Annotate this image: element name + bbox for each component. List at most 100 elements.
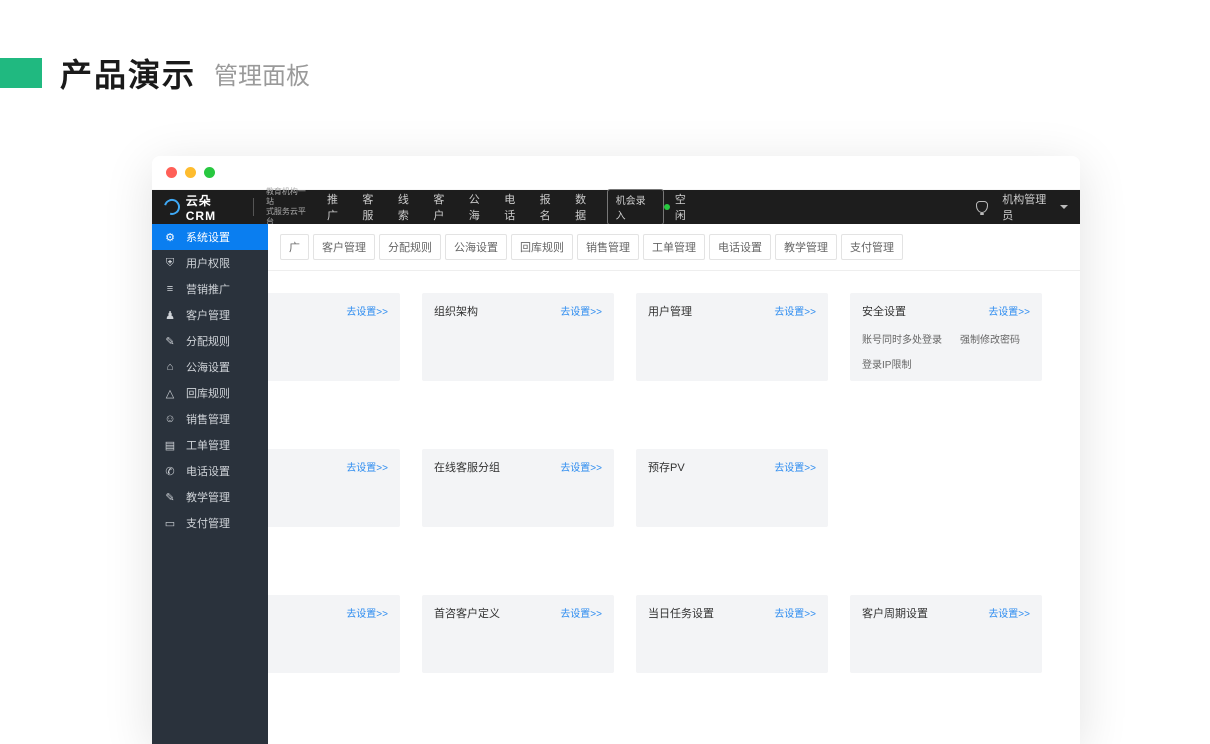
minimize-icon[interactable] xyxy=(185,167,196,178)
card-go-settings-link[interactable]: 去设置>> xyxy=(560,605,602,620)
topbar-right: 机构管理员 xyxy=(976,191,1068,223)
sidebar-item-icon: ✆ xyxy=(164,465,176,477)
settings-card: 用户管理 去设置>> xyxy=(636,293,828,381)
topnav-item[interactable]: 客户 xyxy=(433,191,454,223)
brand-tagline: 教育机构一站 式服务云平台 xyxy=(266,187,313,227)
settings-card: 组织架构 去设置>> xyxy=(422,293,614,381)
status-indicator[interactable]: 空闲 xyxy=(664,191,696,223)
card-go-settings-link[interactable]: 去设置>> xyxy=(774,303,816,318)
sidebar-item[interactable]: ☺销售管理 xyxy=(152,406,268,432)
slide-title: 产品演示 xyxy=(60,50,196,96)
sidebar-item[interactable]: ▤工单管理 xyxy=(152,432,268,458)
sidebar-item-icon: ▤ xyxy=(164,439,176,451)
sidebar-item-label: 用户权限 xyxy=(186,255,230,271)
sidebar-item[interactable]: ✎教学管理 xyxy=(152,484,268,510)
card-body-item: 账号同时多处登录 xyxy=(862,331,942,346)
sidebar: ⚙ 系统设置 ⛨ 用户权限 ≡ 营销推广 ♟ 客户管理 ✎分配规则⌂公海设置△回库规则☺销售管理… xyxy=(152,224,268,744)
divider-icon xyxy=(253,198,254,216)
settings-card: 在线客服分组 去设置>> xyxy=(422,449,614,527)
settings-card: 当日任务设置 去设置>> xyxy=(636,595,828,673)
topnav-item[interactable]: 电话 xyxy=(504,191,525,223)
tab[interactable]: 销售管理 xyxy=(577,234,639,260)
tab[interactable]: 电话设置 xyxy=(709,234,771,260)
card-title: 组织架构 xyxy=(434,303,478,319)
card-go-settings-link[interactable]: 去设置>> xyxy=(346,459,388,474)
status-dot-icon xyxy=(664,204,670,210)
brand-name: 云朵CRM xyxy=(186,192,241,223)
maximize-icon[interactable] xyxy=(204,167,215,178)
sidebar-item[interactable]: ⌂公海设置 xyxy=(152,354,268,380)
sidebar-item-icon: △ xyxy=(164,387,176,399)
card-go-settings-link[interactable]: 去设置>> xyxy=(774,605,816,620)
sidebar-item[interactable]: ⚙ 系统设置 xyxy=(152,224,268,250)
topnav-item[interactable]: 数据 xyxy=(575,191,596,223)
sidebar-item[interactable]: ✆电话设置 xyxy=(152,458,268,484)
brand-logo-icon xyxy=(161,196,183,218)
tab[interactable]: 工单管理 xyxy=(643,234,705,260)
card-go-settings-link[interactable]: 去设置>> xyxy=(346,303,388,318)
chevron-down-icon xyxy=(1060,205,1068,209)
tab[interactable]: 客户管理 xyxy=(313,234,375,260)
sidebar-item[interactable]: ▭支付管理 xyxy=(152,510,268,536)
sidebar-item-label: 系统设置 xyxy=(186,229,230,245)
slide-subtitle: 管理面板 xyxy=(214,56,310,91)
sidebar-item-label: 支付管理 xyxy=(186,515,230,531)
sidebar-item[interactable]: ✎分配规则 xyxy=(152,328,268,354)
sidebar-item-icon: ⛨ xyxy=(164,257,176,269)
sidebar-item[interactable]: △回库规则 xyxy=(152,380,268,406)
bell-icon[interactable] xyxy=(976,201,988,213)
card-title: 在线客服分组 xyxy=(434,459,500,475)
tab[interactable]: 回库规则 xyxy=(511,234,573,260)
settings-card: 首咨客户定义 去设置>> xyxy=(422,595,614,673)
brand: 云朵CRM 教育机构一站 式服务云平台 xyxy=(164,187,313,227)
sidebar-item-icon: ☺ xyxy=(164,413,176,425)
sidebar-item-label: 客户管理 xyxy=(186,307,230,323)
tab[interactable]: 公海设置 xyxy=(445,234,507,260)
sidebar-item-icon: ⌂ xyxy=(164,361,176,373)
card-title: 安全设置 xyxy=(862,303,906,319)
card-title: 首咨客户定义 xyxy=(434,605,500,621)
cards-row: 去设置>> 组织架构 去设置>> 用户管理 去设置>> 安全设置 去设置>> 账号同时多处登录… xyxy=(208,293,1070,381)
status-text: 空闲 xyxy=(675,191,697,223)
window-traffic-lights xyxy=(152,156,1080,190)
sidebar-item-icon: ♟ xyxy=(164,309,176,321)
app-body: ⚙系统设置⛨用户权限≡营销推广♟客户管理✎分配规则⌂公海设置△回库规则☺销售管理… xyxy=(152,224,1080,744)
topnav: 推广客服线索客户公海电话报名数据 xyxy=(327,191,597,223)
card-go-settings-link[interactable]: 去设置>> xyxy=(988,605,1030,620)
sidebar-item-icon: ⚙ xyxy=(164,231,176,243)
card-go-settings-link[interactable]: 去设置>> xyxy=(346,605,388,620)
accent-bar xyxy=(0,58,42,88)
card-go-settings-link[interactable]: 去设置>> xyxy=(988,303,1030,318)
card-go-settings-link[interactable]: 去设置>> xyxy=(774,459,816,474)
user-role: 机构管理员 xyxy=(1002,191,1056,223)
close-icon[interactable] xyxy=(166,167,177,178)
sidebar-item-label: 营销推广 xyxy=(186,281,230,297)
card-body: 账号同时多处登录 强制修改密码登录IP限制 xyxy=(862,331,1030,371)
card-go-settings-link[interactable]: 去设置>> xyxy=(560,303,602,318)
user-dropdown[interactable]: 机构管理员 xyxy=(1002,191,1068,223)
sidebar-item-icon: ✎ xyxy=(164,335,176,347)
content-area: 广客户管理分配规则公海设置回库规则销售管理工单管理电话设置教学管理支付管理 去设… xyxy=(268,224,1080,744)
tab[interactable]: 分配规则 xyxy=(379,234,441,260)
sidebar-item-icon: ≡ xyxy=(164,283,176,295)
topnav-item[interactable]: 客服 xyxy=(362,191,383,223)
card-go-settings-link[interactable]: 去设置>> xyxy=(560,459,602,474)
topnav-item[interactable]: 报名 xyxy=(540,191,561,223)
card-title: 当日任务设置 xyxy=(648,605,714,621)
tab[interactable]: 支付管理 xyxy=(841,234,903,260)
topnav-item[interactable]: 公海 xyxy=(469,191,490,223)
sidebar-item[interactable]: ♟ 客户管理 xyxy=(152,302,268,328)
topnav-item[interactable]: 推广 xyxy=(327,191,348,223)
card-title: 用户管理 xyxy=(648,303,692,319)
topbar: 云朵CRM 教育机构一站 式服务云平台 推广客服线索客户公海电话报名数据 机会录… xyxy=(152,190,1080,224)
card-body-item: 登录IP限制 xyxy=(862,356,911,371)
card-body-item: 强制修改密码 xyxy=(960,331,1020,346)
topnav-item[interactable]: 线索 xyxy=(398,191,419,223)
tab[interactable]: 广 xyxy=(280,234,309,260)
tab[interactable]: 教学管理 xyxy=(775,234,837,260)
sidebar-item[interactable]: ≡ 营销推广 xyxy=(152,276,268,302)
cards-area: 去设置>>组织架构去设置>>用户管理去设置>>安全设置去设置>>账号同时多处登录… xyxy=(268,271,1080,673)
sidebar-item[interactable]: ⛨ 用户权限 xyxy=(152,250,268,276)
record-opportunity-button[interactable]: 机会录入 xyxy=(607,189,664,225)
card-title: 客户周期设置 xyxy=(862,605,928,621)
